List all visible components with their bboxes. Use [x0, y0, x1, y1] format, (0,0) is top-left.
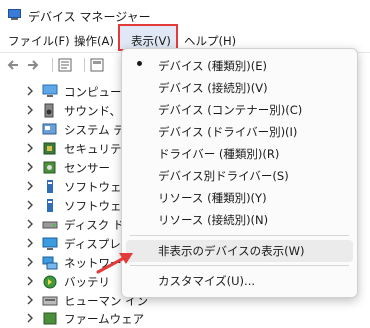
back-arrow-icon[interactable] — [6, 58, 20, 72]
system-device-icon — [42, 123, 57, 135]
view-menu-item-show-hidden-devices[interactable]: 非表示のデバイスの表示(W) — [126, 240, 353, 262]
menu-help[interactable]: ヘルプ(H) — [182, 33, 238, 49]
chevron-right-icon[interactable] — [25, 86, 35, 96]
view-menu-item-drivers-by-type[interactable]: ドライバー (種類別)(R) — [122, 143, 357, 165]
sensor-icon — [43, 161, 56, 174]
chevron-right-icon[interactable] — [25, 257, 35, 267]
view-menu-item-devices-by-container[interactable]: デバイス (コンテナー別)(C) — [122, 99, 357, 121]
menu-file[interactable]: ファイル(F) — [6, 33, 72, 49]
chevron-right-icon[interactable] — [25, 143, 35, 153]
menu-item-label: リソース (接続別)(N) — [158, 213, 269, 227]
network-adapter-icon — [42, 256, 58, 270]
tree-item-label: ファームウェア — [64, 312, 145, 326]
chevron-right-icon[interactable] — [25, 105, 35, 115]
device-manager-icon — [8, 9, 21, 20]
firmware-icon — [43, 312, 57, 325]
speaker-icon — [44, 103, 54, 118]
chevron-right-icon[interactable] — [25, 219, 35, 229]
view-menu-item-customize[interactable]: カスタマイズ(U)... — [122, 270, 357, 292]
tree-item-label: バッテリ — [64, 275, 110, 289]
view-menu-item-resources-by-type[interactable]: リソース (種類別)(Y) — [122, 187, 357, 209]
menu-item-label: デバイス (種類別)(E) — [158, 59, 268, 73]
computer-icon — [42, 84, 58, 97]
menu-item-label: リソース (種類別)(Y) — [158, 191, 267, 205]
window-title: デバイス マネージャー — [28, 10, 151, 24]
menu-item-label: 非表示のデバイスの表示(W) — [158, 244, 305, 258]
view-menu-item-resources-by-connection[interactable]: リソース (接続別)(N) — [122, 209, 357, 231]
battery-icon — [43, 275, 57, 289]
chevron-right-icon[interactable] — [25, 313, 35, 323]
selected-bullet-icon — [137, 61, 142, 66]
view-menu-item-devices-by-driver[interactable]: デバイス (ドライバー別)(I) — [122, 121, 357, 143]
chevron-right-icon[interactable] — [25, 295, 35, 305]
chevron-right-icon[interactable] — [25, 124, 35, 134]
title-bar: デバイス マネージャー — [0, 0, 370, 30]
toolbar-divider-2 — [84, 58, 85, 72]
chevron-right-icon[interactable] — [25, 276, 35, 286]
view-menu-item-drivers-by-device[interactable]: デバイス別ドライバー(S) — [122, 165, 357, 187]
disk-drive-icon — [42, 221, 58, 229]
view-dropdown-menu: デバイス (種類別)(E) デバイス (接続別)(V) デバイス (コンテナー別… — [121, 48, 358, 298]
menu-item-label: デバイス (接続別)(V) — [158, 81, 268, 95]
software-component-icon — [47, 180, 53, 193]
tree-item-label: センサー — [64, 161, 110, 175]
help-pane-icon[interactable] — [90, 58, 104, 72]
menu-item-label: デバイス (コンテナー別)(C) — [158, 103, 303, 117]
toolbar-divider — [52, 58, 53, 72]
menu-separator — [130, 235, 349, 236]
security-device-icon — [43, 142, 56, 155]
chevron-right-icon[interactable] — [25, 200, 35, 210]
menu-item-label: デバイス別ドライバー(S) — [158, 169, 289, 183]
chevron-right-icon[interactable] — [25, 162, 35, 172]
menu-item-label: カスタマイズ(U)... — [158, 274, 256, 288]
display-adapter-icon — [42, 237, 58, 250]
menu-item-label: ドライバー (種類別)(R) — [158, 147, 280, 161]
view-menu-highlight-box — [118, 24, 178, 51]
software-device-icon — [47, 199, 53, 212]
view-menu-item-devices-by-type[interactable]: デバイス (種類別)(E) — [122, 55, 357, 77]
forward-arrow-icon[interactable] — [26, 58, 40, 72]
hid-icon — [42, 296, 58, 306]
properties-icon[interactable] — [58, 58, 72, 72]
menu-action[interactable]: 操作(A) — [72, 33, 116, 49]
menu-separator-2 — [130, 265, 349, 266]
view-menu-item-devices-by-connection[interactable]: デバイス (接続別)(V) — [122, 77, 357, 99]
menu-item-label: デバイス (ドライバー別)(I) — [158, 125, 298, 139]
chevron-right-icon[interactable] — [25, 181, 35, 191]
chevron-right-icon[interactable] — [25, 238, 35, 248]
